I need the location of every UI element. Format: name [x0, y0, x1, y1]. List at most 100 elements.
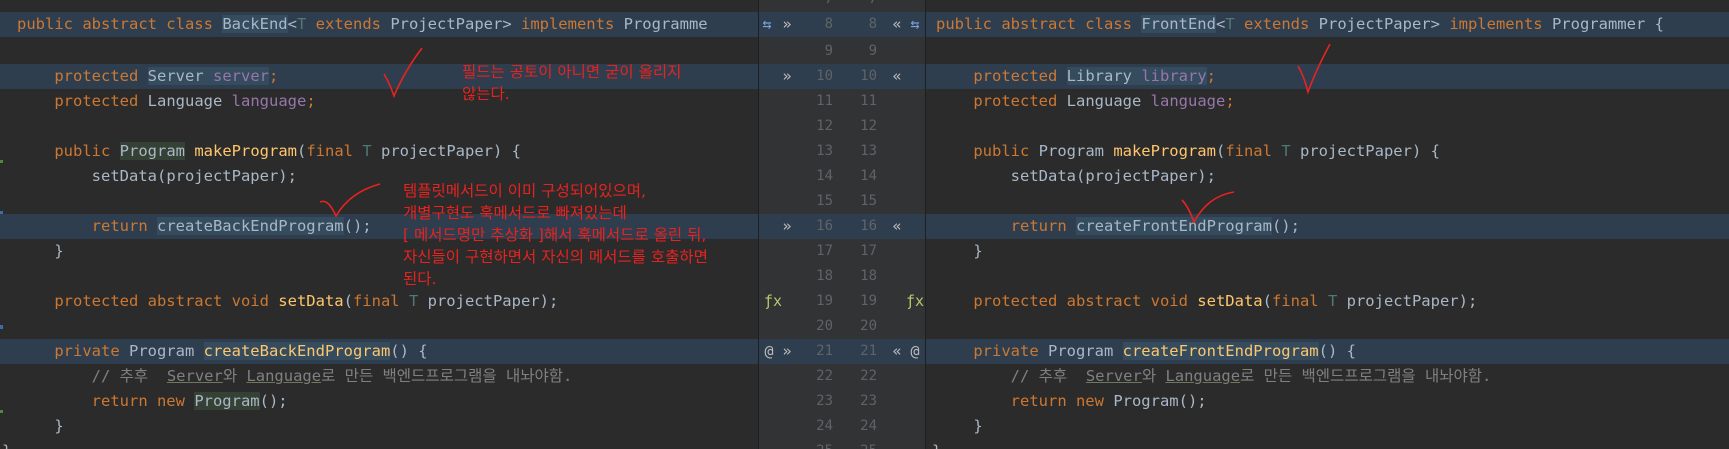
gutter-row: 14 14	[758, 164, 926, 189]
line-number-right: 8	[868, 16, 877, 32]
gutter-row: 99	[758, 39, 926, 64]
line-number-left: 25	[795, 439, 833, 449]
gutter-row: 20 20	[758, 314, 926, 339]
line-number-right: 23	[860, 393, 877, 409]
code-line-25[interactable]: }	[0, 439, 758, 449]
accept-left-icon[interactable]: »	[778, 214, 796, 239]
gutter-row: 17 17	[758, 239, 926, 264]
diff-gutter: 7788⇆»«⇆991010»«111112121313141415151616…	[758, 0, 926, 449]
line-number-right: 24	[860, 418, 877, 434]
code-line-24[interactable]: }	[0, 414, 758, 439]
accept-right-icon[interactable]: «	[888, 339, 906, 364]
accept-left-icon[interactable]: »	[778, 64, 796, 89]
gutter-row: 13 13	[758, 139, 926, 164]
line-number-right: 22	[860, 368, 877, 384]
line-number-right: 15	[860, 193, 877, 209]
line-number-left: 7	[795, 0, 833, 12]
line-number-left: 23	[816, 393, 833, 409]
code-line-21[interactable]: private Program createBackEndProgram() {	[0, 339, 758, 364]
line-number-left: 10	[816, 68, 833, 84]
line-number-left: 15	[816, 193, 833, 209]
code-line-19[interactable]: protected abstract void setData(final T …	[0, 289, 758, 314]
line-number-left: 19	[816, 293, 833, 309]
line-number-left: 17	[816, 243, 833, 259]
code-line-14[interactable]: setData(projectPaper);	[926, 164, 1729, 189]
code-line-22[interactable]: // 추후 Server와 Language로 만든 백엔드프로그램을 내놔야함…	[0, 364, 758, 389]
left-editor-pane[interactable]: public abstract class BackEnd<T extends …	[0, 0, 758, 449]
code-line-25[interactable]: }	[926, 439, 1729, 449]
pane-divider	[925, 0, 926, 449]
line-number-left: 22	[816, 368, 833, 384]
gutter-row: 11 11	[758, 89, 926, 114]
accept-right-icon[interactable]: «	[888, 64, 906, 89]
handwritten-check-mark	[383, 47, 423, 99]
line-number-right: 11	[860, 93, 877, 109]
line-number-left: 12	[816, 118, 833, 134]
gutter-row: 8 8 ⇆» «⇆	[758, 12, 926, 37]
line-number-left: 20	[816, 318, 833, 334]
gutter-row: 10 10 » «	[758, 64, 926, 89]
line-number-left: 13	[816, 143, 833, 159]
line-number-left: 9	[824, 43, 833, 59]
override-icon[interactable]: @	[760, 339, 778, 364]
gutter-row: 25 25	[758, 439, 926, 449]
override-icon[interactable]: @	[906, 339, 924, 364]
line-number-right: 12	[860, 118, 877, 134]
line-number-left: 21	[816, 343, 833, 359]
accept-right-icon[interactable]: «	[888, 214, 906, 239]
accept-left-icon[interactable]: »	[778, 339, 796, 364]
line-number-right: 17	[860, 243, 877, 259]
code-line-24[interactable]: }	[926, 414, 1729, 439]
line-number-right: 13	[860, 143, 877, 159]
annotation-note-fields: 필드는 공토이 아니면 굳이 올리지 않는다.	[462, 63, 682, 103]
gutter-row: 15 15	[758, 189, 926, 214]
handwritten-check-mark	[319, 183, 381, 218]
code-line-13[interactable]: public Program makeProgram(final T proje…	[926, 139, 1729, 164]
gutter-row: 19 19 ƒx ƒx	[758, 289, 926, 314]
line-number-right: 7	[839, 0, 877, 12]
code-line-21[interactable]: private Program createFrontEndProgram() …	[926, 339, 1729, 364]
merge-icon[interactable]: ⇆	[758, 12, 776, 37]
line-number-right: 10	[860, 68, 877, 84]
change-marker	[0, 325, 3, 329]
code-line-23[interactable]: return new Program();	[0, 389, 758, 414]
code-line-16[interactable]: return createFrontEndProgram();	[926, 214, 1729, 239]
code-line-13[interactable]: public Program makeProgram(final T proje…	[0, 139, 758, 164]
gutter-row: 23 23	[758, 389, 926, 414]
code-line-22[interactable]: // 추후 Server와 Language로 만든 백엔드프로그램을 내놔야함…	[926, 364, 1729, 389]
line-number-left: 14	[816, 168, 833, 184]
merge-icon[interactable]: ⇆	[906, 12, 924, 37]
line-number-left: 24	[816, 418, 833, 434]
line-number-left: 16	[816, 218, 833, 234]
handwritten-check-mark	[1181, 191, 1235, 224]
gutter-row: 16 16 » «	[758, 214, 926, 239]
class-name[interactable]: BackEnd	[222, 15, 288, 33]
pane-divider	[758, 0, 759, 449]
accept-right-icon[interactable]: «	[888, 12, 906, 37]
gutter-row: 12 12	[758, 114, 926, 139]
right-editor-pane[interactable]: public abstract class FrontEnd<T extends…	[926, 0, 1729, 449]
line-number-right: 18	[860, 268, 877, 284]
gutter-row: 22 22	[758, 364, 926, 389]
code-line-19[interactable]: protected abstract void setData(final T …	[926, 289, 1729, 314]
implement-icon[interactable]: ƒx	[764, 289, 782, 314]
accept-left-icon[interactable]: »	[778, 12, 796, 37]
code-line-17[interactable]: }	[926, 239, 1729, 264]
gutter-row: 24 24	[758, 414, 926, 439]
gutter-row: 18 18	[758, 264, 926, 289]
line-number-right: 21	[860, 343, 877, 359]
gutter-row: 77	[758, 0, 926, 12]
line-number-left: 8	[824, 16, 833, 32]
line-number-left: 18	[816, 268, 833, 284]
line-number-right: 19	[860, 293, 877, 309]
line-number-right: 16	[860, 218, 877, 234]
line-number-right: 14	[860, 168, 877, 184]
line-number-left: 11	[816, 93, 833, 109]
annotation-note-template-method: 템플릿메서드이 이미 구성되어있으며, 개별구현도 훅메서드로 빠져있는데 [ …	[403, 182, 708, 288]
code-line-23[interactable]: return new Program();	[926, 389, 1729, 414]
code-line-8[interactable]: public abstract class BackEnd<T extends …	[0, 12, 758, 37]
implement-icon[interactable]: ƒx	[906, 289, 924, 314]
class-name[interactable]: FrontEnd	[1141, 15, 1216, 33]
handwritten-check-mark	[1297, 43, 1331, 95]
code-line-8[interactable]: public abstract class FrontEnd<T extends…	[926, 12, 1729, 37]
